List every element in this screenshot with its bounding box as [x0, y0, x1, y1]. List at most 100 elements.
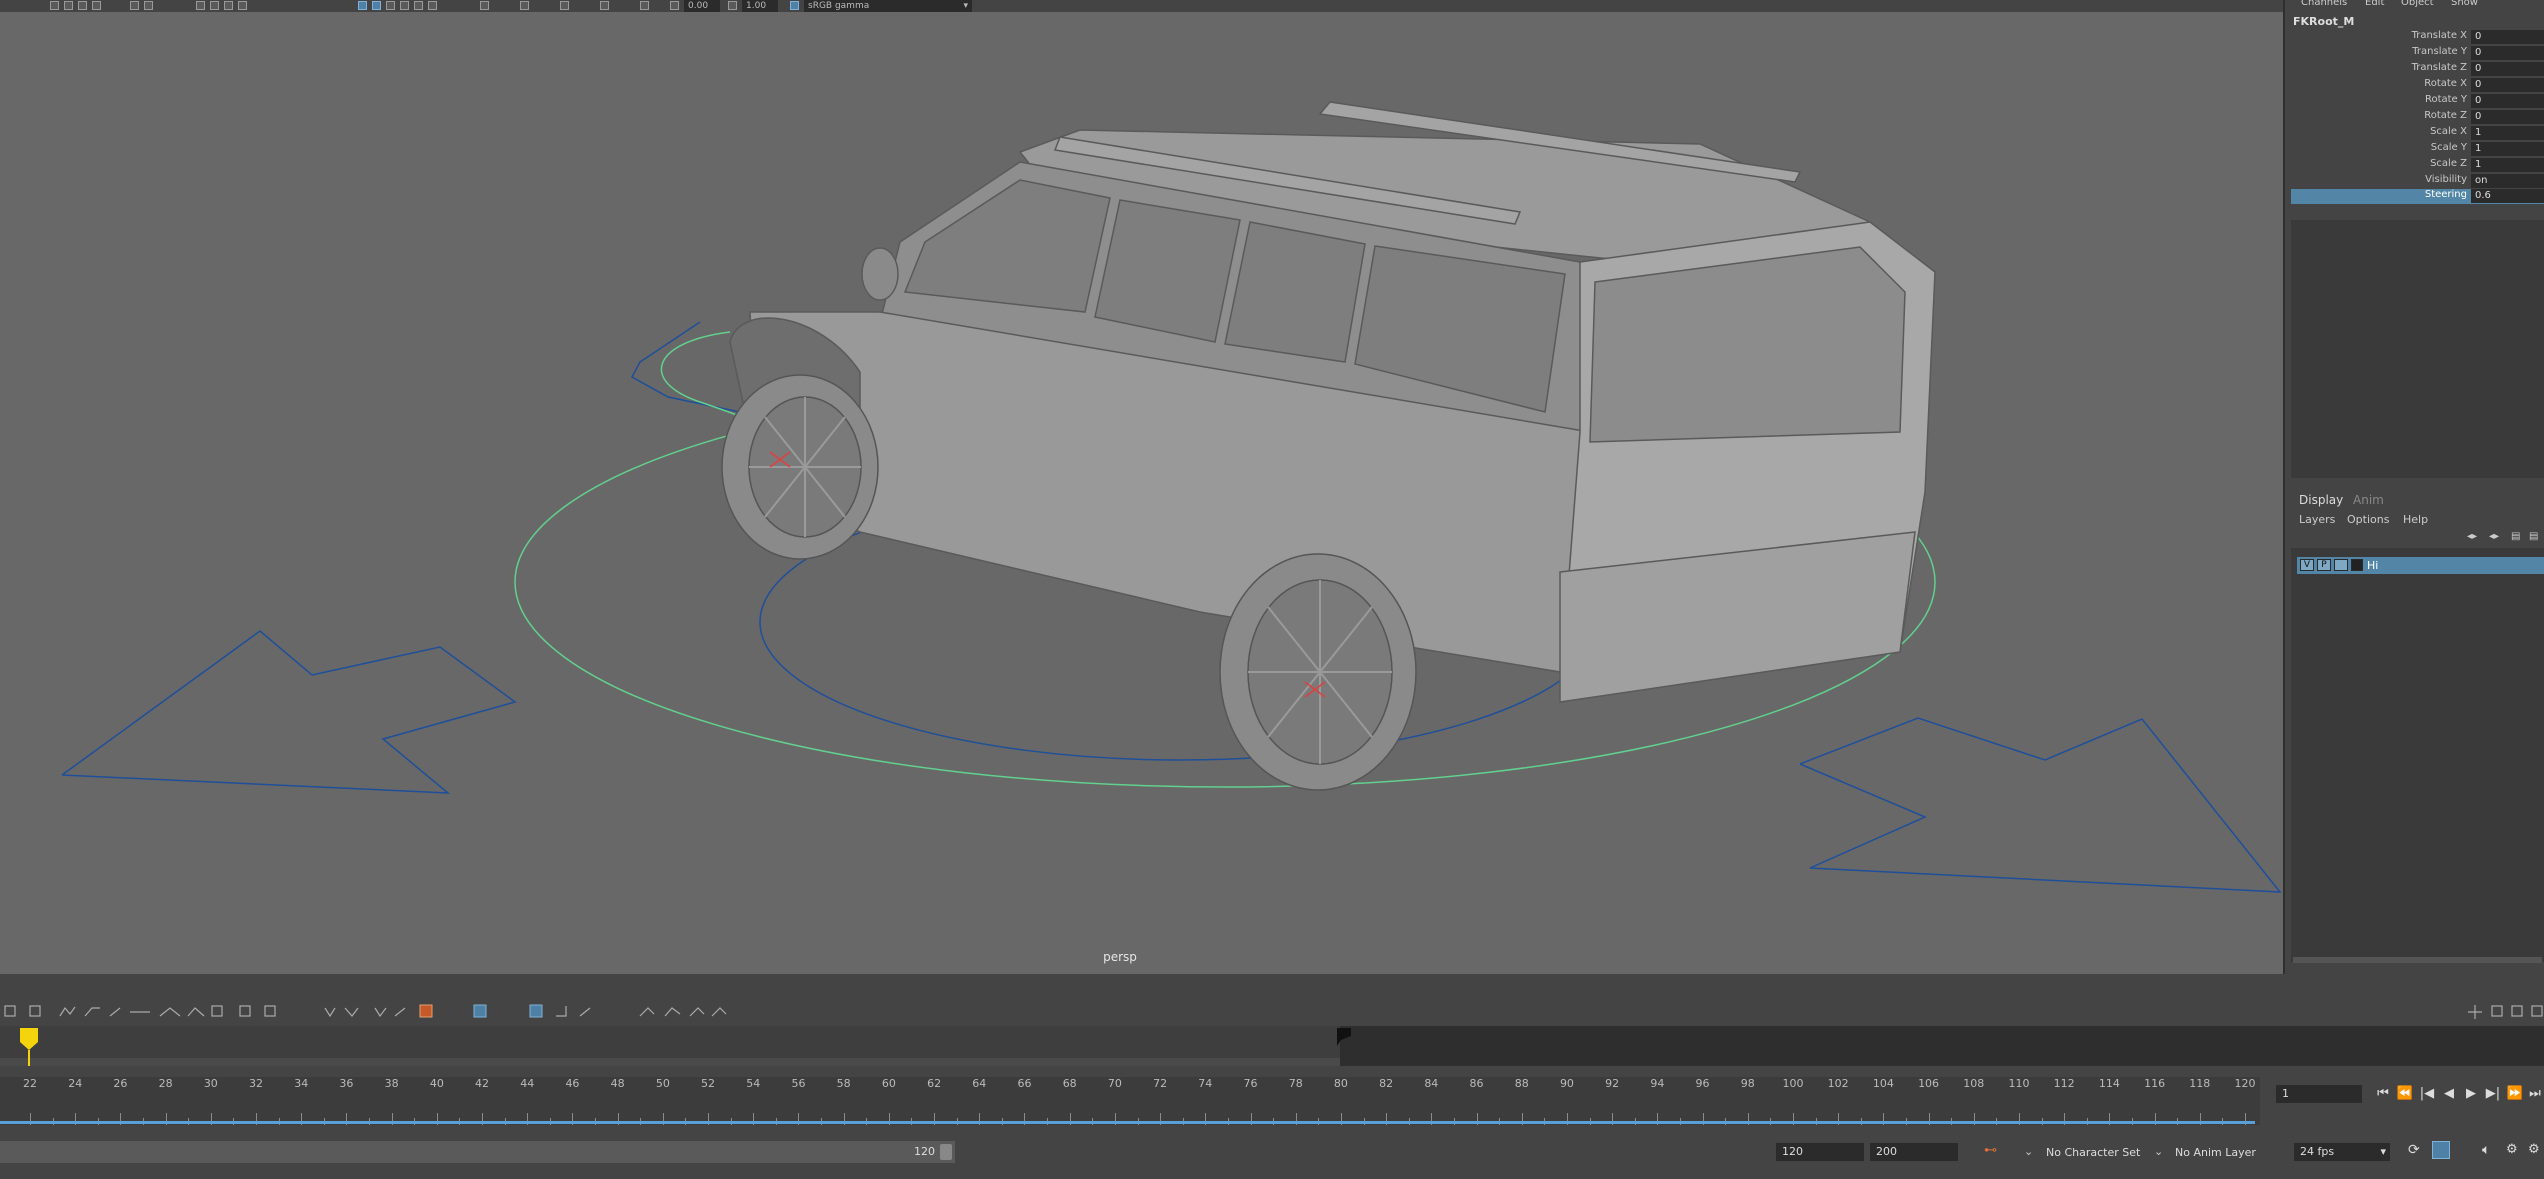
- channel-row[interactable]: Translate Z 0: [2285, 62, 2544, 78]
- anim-settings-icon[interactable]: ⚙︎: [2528, 1142, 2540, 1157]
- channel-value[interactable]: on: [2471, 174, 2544, 188]
- snap-point-icon[interactable]: [78, 1, 87, 10]
- help-menu[interactable]: Help: [2403, 513, 2428, 526]
- channel-row[interactable]: Scale X 1: [2285, 126, 2544, 142]
- channel-value[interactable]: 0: [2471, 110, 2544, 124]
- film-gate-icon[interactable]: [144, 1, 153, 10]
- sound-icon[interactable]: 🔈︎: [2482, 1142, 2490, 1158]
- go-to-start-icon[interactable]: ⏮: [2374, 1086, 2392, 1102]
- edit-menu[interactable]: Edit: [2365, 0, 2384, 8]
- ruler-label: 82: [1379, 1077, 1394, 1090]
- channel-value[interactable]: 1: [2471, 126, 2544, 140]
- safe-action-icon[interactable]: [600, 1, 609, 10]
- snap-view-icon[interactable]: [92, 1, 101, 10]
- animation-end-field[interactable]: 200: [1870, 1143, 1958, 1161]
- step-forward-key-icon[interactable]: ⏩: [2506, 1086, 2524, 1102]
- camera-icon[interactable]: [130, 1, 139, 10]
- layer-scrollbar[interactable]: [2293, 957, 2542, 963]
- layer-playback-toggle[interactable]: P: [2317, 559, 2331, 571]
- tab-display[interactable]: Display: [2299, 493, 2343, 507]
- layer-visibility-toggle[interactable]: V: [2300, 559, 2314, 571]
- snap-curve-icon[interactable]: [64, 1, 73, 10]
- anim-prefs-icon[interactable]: ⚙︎: [2506, 1142, 2518, 1157]
- channel-row-steering[interactable]: Steering 0.6: [2291, 189, 2544, 204]
- channel-value[interactable]: 0: [2471, 62, 2544, 76]
- dof-icon[interactable]: [480, 1, 489, 10]
- channel-value[interactable]: 0: [2471, 78, 2544, 92]
- anti-alias-icon[interactable]: [428, 1, 437, 10]
- channels-menu[interactable]: Channels: [2301, 0, 2347, 8]
- smooth-shade-icon[interactable]: [210, 1, 219, 10]
- cache-icon[interactable]: [2432, 1141, 2450, 1159]
- isolate-icon[interactable]: [386, 1, 395, 10]
- color-space-dropdown[interactable]: sRGB gamma ▾: [804, 0, 972, 12]
- gamma-field[interactable]: 1.00: [742, 0, 778, 12]
- channel-row[interactable]: Translate Y 0: [2285, 46, 2544, 62]
- channel-row[interactable]: Scale Z 1: [2285, 158, 2544, 174]
- time-slider-empty[interactable]: [1340, 1026, 2544, 1066]
- grid-icon[interactable]: [50, 1, 59, 10]
- xray-joints-icon[interactable]: [372, 1, 381, 10]
- range-slider[interactable]: 120: [0, 1141, 955, 1163]
- layer-color-swatch[interactable]: [2351, 559, 2363, 571]
- layer-row-hi[interactable]: V P Hi: [2297, 557, 2544, 574]
- resolution-gate-icon[interactable]: [520, 1, 529, 10]
- options-menu[interactable]: Options: [2347, 513, 2389, 526]
- wireframe-icon[interactable]: [196, 1, 205, 10]
- channel-row[interactable]: Scale Y 1: [2285, 142, 2544, 158]
- viewport-persp[interactable]: persp: [0, 12, 2283, 974]
- auto-key-icon[interactable]: ⊷: [1984, 1143, 2000, 1161]
- anim-layer-chevron-icon[interactable]: ⌄: [2154, 1145, 2163, 1158]
- channel-value[interactable]: 1: [2471, 158, 2544, 172]
- gamma-icon: [728, 1, 737, 10]
- channel-row[interactable]: Rotate Y 0: [2285, 94, 2544, 110]
- exposure-field[interactable]: 0.00: [684, 0, 720, 12]
- go-to-end-icon[interactable]: ⏭: [2526, 1086, 2544, 1102]
- range-end-marker[interactable]: [1335, 1026, 1355, 1046]
- play-forward-icon[interactable]: ▶: [2462, 1086, 2480, 1102]
- channel-value[interactable]: 0.6: [2471, 189, 2544, 203]
- channel-value[interactable]: 0: [2471, 94, 2544, 108]
- channel-value[interactable]: 0: [2471, 46, 2544, 60]
- layers-menu[interactable]: Layers: [2299, 513, 2335, 526]
- step-back-key-icon[interactable]: ⏪: [2396, 1086, 2414, 1102]
- safe-title-icon[interactable]: [640, 1, 649, 10]
- motion-blur-icon[interactable]: [414, 1, 423, 10]
- move-layer-up-icon[interactable]: ◂▸: [2467, 531, 2477, 542]
- channel-value[interactable]: 0: [2471, 30, 2544, 44]
- range-slider-handle[interactable]: [940, 1144, 952, 1160]
- move-layer-down-icon[interactable]: ◂▸: [2489, 531, 2499, 542]
- new-layer-selected-icon[interactable]: ▤: [2529, 531, 2538, 542]
- channel-row[interactable]: Rotate X 0: [2285, 78, 2544, 94]
- playback-end-field[interactable]: 120: [1776, 1143, 1864, 1161]
- tab-anim[interactable]: Anim: [2353, 493, 2384, 507]
- character-set-label[interactable]: No Character Set: [2046, 1146, 2140, 1159]
- channel-row[interactable]: Translate X 0: [2285, 30, 2544, 46]
- fps-dropdown[interactable]: 24 fps ▾: [2294, 1143, 2390, 1161]
- color-management-icon[interactable]: [790, 1, 799, 10]
- anim-layer-label[interactable]: No Anim Layer: [2175, 1146, 2256, 1159]
- new-layer-icon[interactable]: ▤: [2511, 531, 2520, 542]
- field-chart-icon[interactable]: [560, 1, 569, 10]
- textured-icon[interactable]: [224, 1, 233, 10]
- layer-type-toggle[interactable]: [2334, 559, 2348, 571]
- frame-ruler[interactable]: 22 24 26 28 30 32 34 36 38 40 42 44 46 48 50 52 54 56 58 60…: [0, 1077, 2260, 1125]
- lights-icon[interactable]: [238, 1, 247, 10]
- play-backward-icon[interactable]: ◀: [2440, 1086, 2458, 1102]
- channel-value[interactable]: 1: [2471, 142, 2544, 156]
- character-set-chevron-icon[interactable]: ⌄: [2024, 1145, 2033, 1158]
- channel-row[interactable]: Visibility on: [2285, 174, 2544, 190]
- show-menu[interactable]: Show: [2451, 0, 2478, 8]
- current-time-indicator[interactable]: [18, 1026, 40, 1066]
- ruler-label: 38: [384, 1077, 399, 1090]
- channel-row[interactable]: Rotate Z 0: [2285, 110, 2544, 126]
- current-frame-field[interactable]: 1: [2276, 1085, 2362, 1103]
- channel-label: Translate X: [2411, 30, 2467, 41]
- xray-icon[interactable]: [358, 1, 367, 10]
- ssao-icon[interactable]: [400, 1, 409, 10]
- snap-values-icon: [556, 1006, 567, 1017]
- step-forward-frame-icon[interactable]: ▶|: [2484, 1086, 2502, 1102]
- loop-icon[interactable]: ⟳: [2408, 1142, 2420, 1158]
- object-menu[interactable]: Object: [2401, 0, 2434, 8]
- step-back-frame-icon[interactable]: |◀: [2418, 1086, 2436, 1102]
